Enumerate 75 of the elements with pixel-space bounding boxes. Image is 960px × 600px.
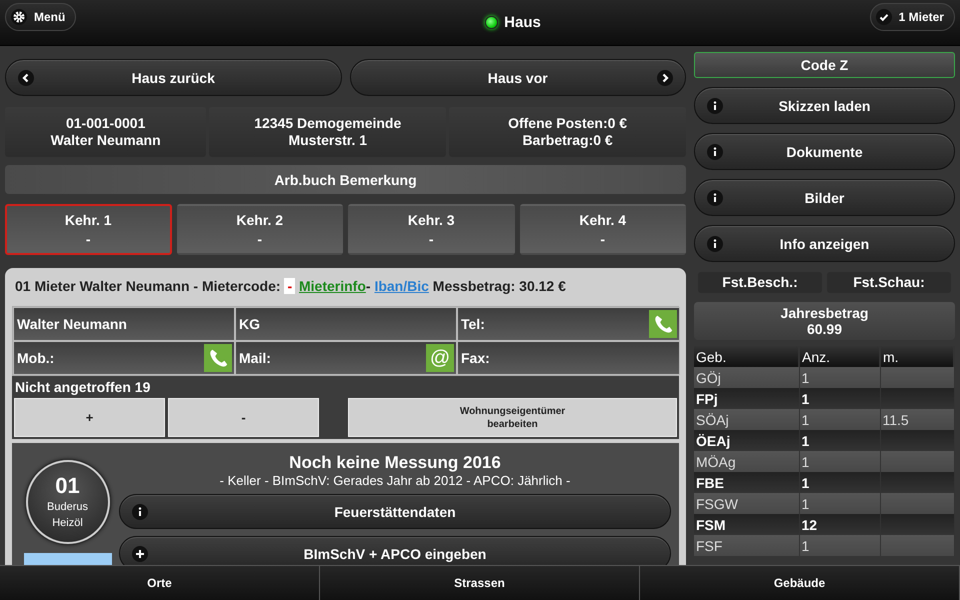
sidebar-button[interactable]: Info anzeigen [694,225,955,262]
settings-icon [11,8,27,24]
table-cell: GÖj [694,367,799,388]
contact-label: Mob.: [17,350,54,366]
table-cell: 1 [799,451,880,472]
phone-icon[interactable] [204,344,232,372]
page-title: Haus [504,14,541,31]
annual-amount: Jahresbetrag 60.99 [694,302,955,340]
fireplace-label: Fst.Schau: [827,272,951,293]
table-cell: ÖEAj [694,430,799,451]
info-cell: 01-001-0001 Walter Neumann [5,107,206,157]
phone-icon[interactable] [649,310,677,338]
table-cell: FSM [694,514,799,535]
chevron-right-icon [657,70,673,86]
code-button[interactable]: Code Z [694,52,955,78]
nav-button[interactable]: Haus vor [350,59,686,96]
column-header: m. [880,346,954,367]
fireplace-label: Fst.Besch.: [698,272,822,293]
check-icon [876,8,892,24]
info-icon [707,98,723,114]
sweep-tab[interactable]: Kehr. 4 - [520,204,686,255]
fireplace-badge: 01 Buderus Heizöl [26,460,110,544]
info-icon [707,190,723,206]
sweep-tab[interactable]: Kehr. 3 - [348,204,514,255]
menu-button[interactable]: Menü [5,2,76,30]
tenant-code: - [284,278,296,294]
table-cell: MÖAg [694,451,799,472]
contact-label: Walter Neumann [17,316,127,332]
column-header: Anz. [799,346,880,367]
contact-label: Mail: [239,350,271,366]
table-cell: 12 [799,514,880,535]
footer-tab[interactable]: Orte [0,566,320,600]
table-cell: 1 [799,409,880,430]
table-cell: 1 [799,535,880,556]
measurement-title: Noch keine Messung 2016 [288,453,502,473]
count-button[interactable]: - [168,398,319,437]
table-cell: 1 [799,367,880,388]
table-cell: 11.5 [880,409,954,430]
owner-edit-button[interactable]: Wohnungseigentümer bearbeiten [348,398,677,437]
sidebar-button[interactable]: Bilder [694,179,955,216]
contact-label: KG [239,316,260,332]
count-button[interactable]: + [14,398,165,437]
fireplace-details: - Keller - BImSchV: Gerades Jahr ab 2012 - APCO: Jährlich - [218,473,572,488]
info-cell: Offene Posten:0 € Barbetrag:0 € [449,107,686,157]
table-cell: 1 [799,388,880,409]
table-cell: 1 [799,472,880,493]
contact-label: Tel: [461,316,485,332]
footer-tab[interactable]: Strassen [320,566,640,600]
table-cell: FSF [694,535,799,556]
fireplace-button[interactable]: Feuerstättendaten [119,494,671,529]
table-cell: 1 [799,493,880,514]
remark-button[interactable]: Arb.buch Bemerkung [5,165,686,194]
footer-tab[interactable]: Gebäude [640,566,960,600]
info-icon [707,236,723,252]
column-header: Geb. [694,346,799,367]
sweep-tab[interactable]: Kehr. 1 - [5,204,172,255]
info-cell: 12345 Demogemeinde Musterstr. 1 [209,107,446,157]
table-cell: FSGW [694,493,799,514]
absent-count: Nicht angetroffen 19 [15,379,152,395]
table-cell: FBE [694,472,799,493]
chevron-left-icon [18,70,34,86]
info-icon [707,144,723,160]
sidebar-button[interactable]: Dokumente [694,133,955,170]
table-cell: FPj [694,388,799,409]
plus-icon [132,546,148,562]
nav-button[interactable]: Haus zurück [5,59,342,96]
contact-label: Fax: [461,350,490,366]
info-icon [132,504,148,520]
table-cell: 1 [799,430,880,451]
sidebar-button[interactable]: Skizzen laden [694,87,955,124]
tenant-heading: 01 Mieter Walter Neumann - Mietercode: - Mieterinfo- Iban/Bic Messbetrag: 30.12 € [15,277,567,296]
tenant-button[interactable]: 1 Mieter [870,2,955,30]
sweep-tab[interactable]: Kehr. 2 - [176,204,343,255]
table-cell: SÖAj [694,409,799,430]
fireplace-button[interactable]: BImSchV + APCO eingeben [119,536,671,565]
